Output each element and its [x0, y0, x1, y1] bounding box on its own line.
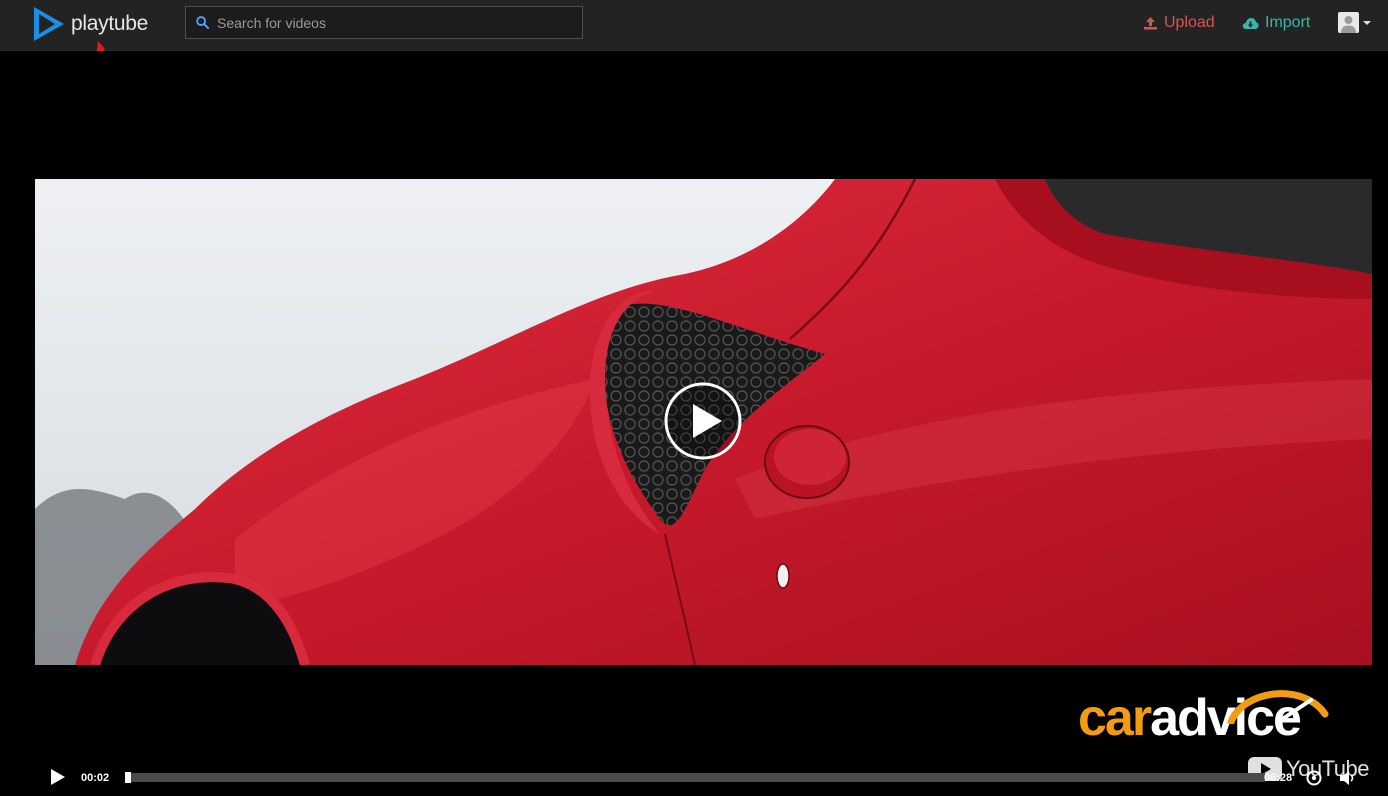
- watermark-part1: car: [1078, 689, 1152, 747]
- play-pause-button[interactable]: [50, 768, 66, 791]
- big-play-button[interactable]: [664, 382, 742, 460]
- current-time: 00:02: [81, 772, 110, 784]
- settings-button[interactable]: [1305, 769, 1323, 792]
- upload-label: Upload: [1164, 14, 1215, 31]
- import-button[interactable]: Import: [1242, 14, 1310, 32]
- search-box[interactable]: [185, 6, 583, 39]
- import-label: Import: [1265, 14, 1311, 31]
- search-input[interactable]: [217, 14, 557, 31]
- volume-icon: [1340, 771, 1354, 785]
- duration: 06:28: [1264, 772, 1293, 784]
- top-navigation-bar: playtube Upload Import: [0, 0, 1388, 51]
- progress-handle[interactable]: [125, 772, 131, 783]
- cloud-import-icon: [1242, 17, 1259, 29]
- speedometer-arc-icon: [1227, 690, 1329, 724]
- avatar: [1338, 12, 1359, 33]
- progress-bar[interactable]: [125, 772, 1265, 783]
- play-icon: [51, 769, 65, 785]
- search-icon: [196, 16, 209, 29]
- play-icon: [664, 382, 742, 460]
- playtube-logo-icon: [34, 7, 64, 41]
- gear-icon: [1306, 770, 1322, 786]
- upload-button[interactable]: Upload: [1143, 14, 1215, 32]
- chevron-down-icon: [1363, 20, 1371, 25]
- channel-watermark: caradvice: [1078, 688, 1329, 748]
- player-controls: 00:02 06:28: [0, 760, 1388, 796]
- user-menu[interactable]: [1338, 12, 1371, 33]
- volume-button[interactable]: [1338, 769, 1356, 792]
- upload-icon: [1144, 17, 1157, 30]
- brand-name: playtube: [71, 12, 148, 35]
